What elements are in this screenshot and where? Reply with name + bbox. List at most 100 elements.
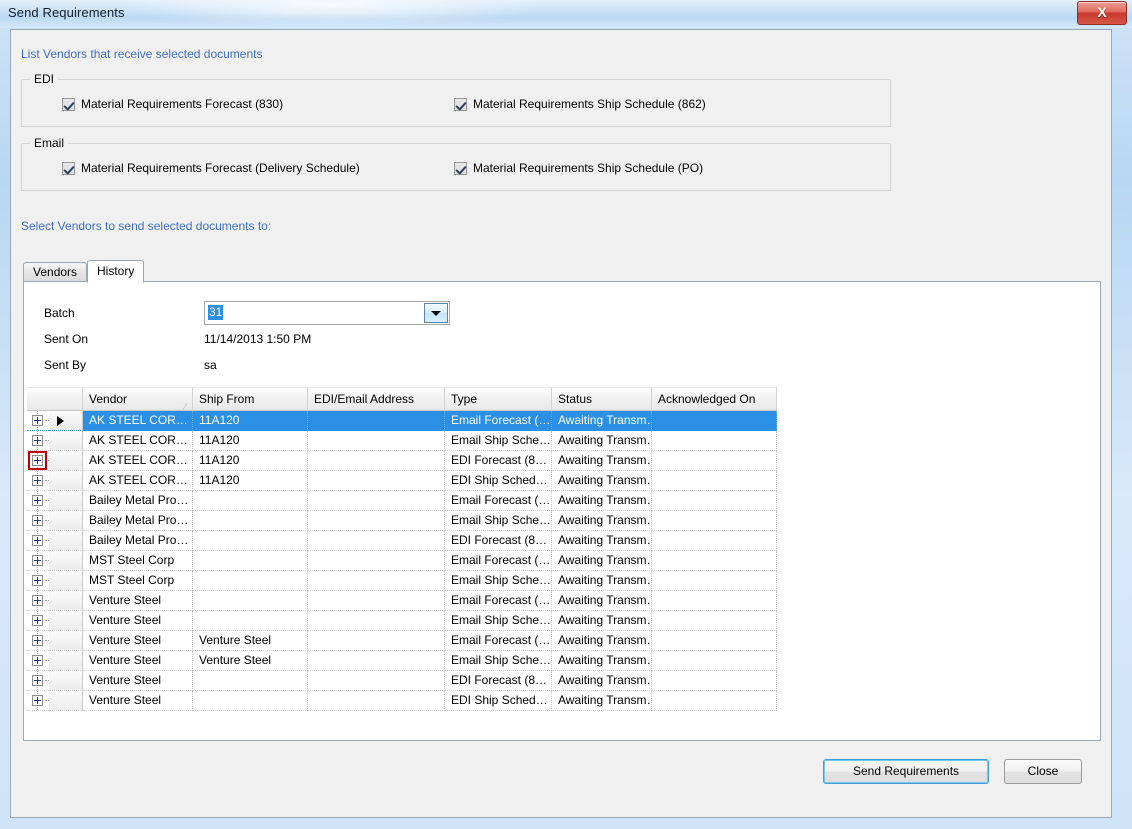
row-indicator-cell[interactable] bbox=[27, 651, 49, 671]
cell-type: Email Forecast (… bbox=[445, 411, 552, 431]
row-indicator-cell[interactable] bbox=[27, 691, 49, 711]
table-row[interactable]: AK STEEL COR… 11A120 Email Ship Sche… Await… bbox=[27, 431, 809, 451]
cell-vendor: Bailey Metal Pro… bbox=[83, 511, 193, 531]
table-row[interactable]: Venture Steel Venture Steel Email Forecast… bbox=[27, 631, 809, 651]
tab-history[interactable]: History bbox=[87, 260, 145, 283]
table-row[interactable]: AK STEEL COR… 11A120 Email Forecast (… Awai… bbox=[27, 411, 809, 431]
expand-row-icon[interactable] bbox=[32, 595, 43, 606]
row-indicator-cell[interactable] bbox=[27, 491, 49, 511]
edi-group-title: EDI bbox=[30, 72, 59, 86]
table-row[interactable]: AK STEEL COR… 11A120 EDI Forecast (8… Await… bbox=[27, 451, 809, 471]
grid-header-label: Status bbox=[558, 392, 593, 406]
table-row[interactable]: MST Steel Corp Email Forecast (… Awaiting … bbox=[27, 551, 809, 571]
row-indicator-cell[interactable] bbox=[27, 531, 49, 551]
row-indicator-cell[interactable] bbox=[27, 431, 49, 451]
expand-row-icon[interactable] bbox=[32, 475, 43, 486]
row-selector-cell[interactable] bbox=[49, 671, 83, 691]
expand-row-icon[interactable] bbox=[32, 655, 43, 666]
row-indicator-cell[interactable] bbox=[27, 591, 49, 611]
checkbox-icon[interactable] bbox=[62, 161, 75, 175]
row-selector-cell[interactable] bbox=[49, 591, 83, 611]
table-row[interactable]: Venture Steel Email Forecast (… Awaiting T… bbox=[27, 591, 809, 611]
row-selector-cell[interactable] bbox=[49, 511, 83, 531]
cell-acknowledged_on bbox=[652, 491, 777, 511]
checkbox-edi-ship-schedule-862[interactable]: Material Requirements Ship Schedule (862… bbox=[454, 97, 706, 111]
checkbox-email-ship-schedule-po[interactable]: Material Requirements Ship Schedule (PO) bbox=[454, 161, 703, 175]
table-row[interactable]: MST Steel Corp Email Ship Sche… Awaiting T… bbox=[27, 571, 809, 591]
cell-status: Awaiting Transm… bbox=[552, 611, 652, 631]
expand-row-icon[interactable] bbox=[32, 515, 43, 526]
window-close-button[interactable]: X bbox=[1077, 1, 1127, 25]
grid-header-vendor[interactable]: Vendor ∕ bbox=[83, 387, 193, 411]
expand-row-icon[interactable] bbox=[32, 435, 43, 446]
batch-value[interactable]: 31 bbox=[208, 305, 224, 320]
expand-row-icon[interactable] bbox=[32, 615, 43, 626]
table-row[interactable]: Bailey Metal Pro… EDI Forecast (8… Awaitin… bbox=[27, 531, 809, 551]
grid-header-status[interactable]: Status bbox=[552, 387, 652, 411]
row-indicator-cell[interactable] bbox=[27, 571, 49, 591]
row-selector-cell[interactable] bbox=[49, 611, 83, 631]
cell-ship_from: 11A120 bbox=[193, 471, 308, 491]
row-indicator-cell[interactable] bbox=[27, 411, 49, 431]
checkbox-icon[interactable] bbox=[62, 97, 75, 111]
expand-row-icon[interactable] bbox=[32, 535, 43, 546]
row-selector-cell[interactable] bbox=[49, 411, 83, 431]
expand-row-icon[interactable] bbox=[32, 635, 43, 646]
expand-row-icon[interactable] bbox=[32, 575, 43, 586]
cell-ship_from: Venture Steel bbox=[193, 651, 308, 671]
row-indicator-cell[interactable] bbox=[27, 631, 49, 651]
checkbox-edi-forecast-830[interactable]: Material Requirements Forecast (830) bbox=[62, 97, 283, 111]
row-selector-cell[interactable] bbox=[49, 431, 83, 451]
checkbox-email-forecast-delivery-schedule[interactable]: Material Requirements Forecast (Delivery… bbox=[62, 161, 360, 175]
grid-header-type[interactable]: Type bbox=[445, 387, 552, 411]
row-indicator-cell[interactable] bbox=[27, 551, 49, 571]
checkbox-icon[interactable] bbox=[454, 97, 467, 111]
row-selector-cell[interactable] bbox=[49, 631, 83, 651]
cell-vendor: MST Steel Corp bbox=[83, 571, 193, 591]
expand-row-icon[interactable] bbox=[32, 555, 43, 566]
cell-acknowledged_on bbox=[652, 431, 777, 451]
row-selector-cell[interactable] bbox=[49, 551, 83, 571]
expand-row-icon[interactable] bbox=[32, 455, 43, 466]
table-row[interactable]: Venture Steel Venture Steel Email Ship Sch… bbox=[27, 651, 809, 671]
table-row[interactable]: Venture Steel EDI Forecast (8… Awaiting Tr… bbox=[27, 671, 809, 691]
table-row[interactable]: Venture Steel Email Ship Sche… Awaiting Tr… bbox=[27, 611, 809, 631]
grid-header-ship_from[interactable]: Ship From bbox=[193, 387, 308, 411]
row-selector-cell[interactable] bbox=[49, 491, 83, 511]
cell-acknowledged_on bbox=[652, 691, 777, 711]
row-selector-cell[interactable] bbox=[49, 571, 83, 591]
row-selector-cell[interactable] bbox=[49, 651, 83, 671]
expand-row-icon[interactable] bbox=[32, 695, 43, 706]
cell-address bbox=[308, 471, 445, 491]
cell-type: Email Forecast (… bbox=[445, 591, 552, 611]
send-requirements-button[interactable]: Send Requirements bbox=[823, 759, 989, 784]
row-indicator-cell[interactable] bbox=[27, 511, 49, 531]
row-selector-cell[interactable] bbox=[49, 471, 83, 491]
row-selector-cell[interactable] bbox=[49, 691, 83, 711]
grid-header-acknowledged_on[interactable]: Acknowledged On bbox=[652, 387, 777, 411]
cell-type: EDI Forecast (8… bbox=[445, 451, 552, 471]
row-indicator-cell[interactable] bbox=[27, 471, 49, 491]
close-button[interactable]: Close bbox=[1004, 759, 1082, 784]
grid-header-address[interactable]: EDI/Email Address bbox=[308, 387, 445, 411]
cell-vendor: Venture Steel bbox=[83, 611, 193, 631]
expand-row-icon[interactable] bbox=[32, 495, 43, 506]
table-row[interactable]: Bailey Metal Pro… Email Ship Sche… Awaitin… bbox=[27, 511, 809, 531]
row-indicator-cell[interactable] bbox=[27, 671, 49, 691]
table-row[interactable]: AK STEEL COR… 11A120 EDI Ship Sched… Awaiti… bbox=[27, 471, 809, 491]
select-vendors-label: Select Vendors to send selected document… bbox=[21, 219, 272, 233]
cell-vendor: Bailey Metal Pro… bbox=[83, 531, 193, 551]
cell-acknowledged_on bbox=[652, 511, 777, 531]
batch-combobox[interactable]: 31 bbox=[204, 301, 450, 325]
expand-row-icon[interactable] bbox=[32, 415, 43, 426]
expand-row-icon[interactable] bbox=[32, 675, 43, 686]
table-row[interactable]: Venture Steel EDI Ship Sched… Awaiting Tra… bbox=[27, 691, 809, 711]
row-indicator-cell[interactable] bbox=[27, 611, 49, 631]
row-selector-cell[interactable] bbox=[49, 531, 83, 551]
table-row[interactable]: Bailey Metal Pro… Email Forecast (… Awaiti… bbox=[27, 491, 809, 511]
row-selector-cell[interactable] bbox=[49, 451, 83, 471]
row-indicator-cell[interactable] bbox=[27, 451, 49, 471]
tab-vendors[interactable]: Vendors bbox=[23, 262, 88, 282]
batch-dropdown-button[interactable] bbox=[424, 303, 448, 323]
checkbox-icon[interactable] bbox=[454, 161, 467, 175]
